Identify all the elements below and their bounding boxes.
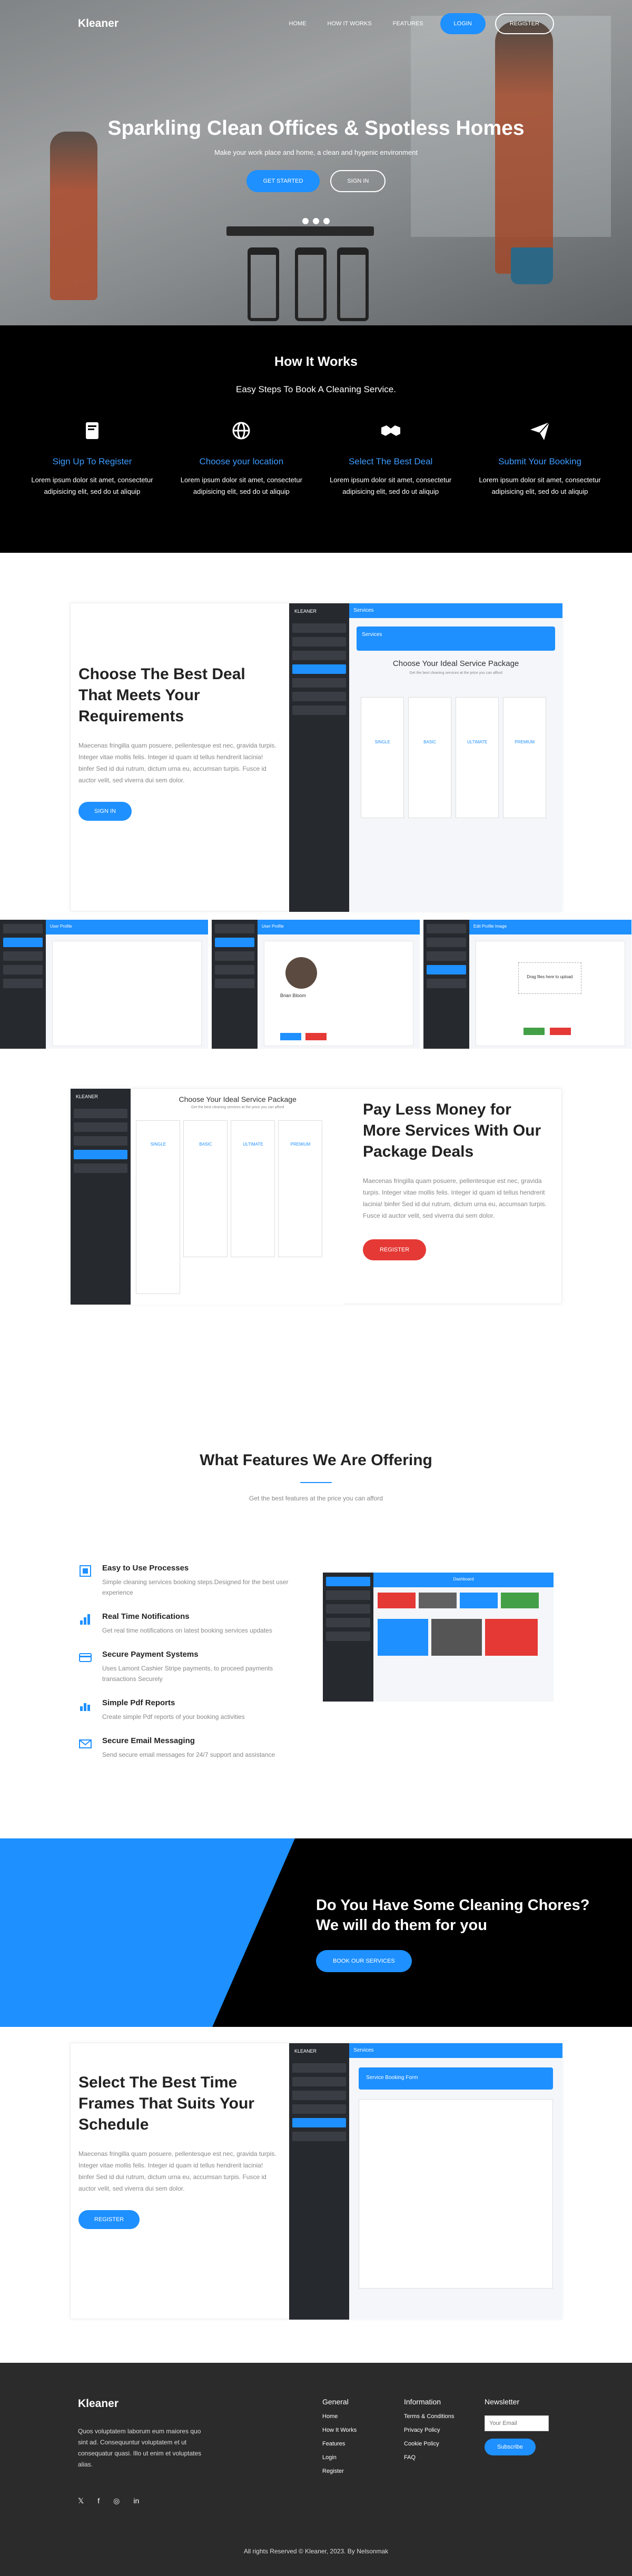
cta-subtitle: We will do them for you: [316, 1917, 487, 1934]
features-offer-section: What Features We Are Offering Get the be…: [0, 1415, 632, 1838]
paper-plane-icon: [530, 422, 550, 440]
process-icon: [80, 1565, 91, 1577]
hero-section: Kleaner HOME HOW IT WORKS FEATURES LOGIN…: [0, 0, 632, 325]
step-title: Sign Up To Register: [52, 456, 132, 466]
profile-screenshot: User Profile: [0, 920, 208, 1049]
footer-link[interactable]: Cookie Policy: [404, 2441, 454, 2447]
newsletter-email-input[interactable]: [485, 2415, 549, 2431]
feature-text: Maecenas fringilla quam posuere, pellent…: [363, 1177, 547, 1219]
footer-link[interactable]: Features: [322, 2441, 357, 2447]
step-title: Select The Best Deal: [348, 456, 433, 466]
offer-subtitle: Get the best features at the price you c…: [249, 1495, 383, 1502]
step-card: Sign Up To Register Lorem ipsum dolor si…: [29, 418, 155, 498]
feature-card: Choose The Best Deal That Meets Your Req…: [70, 603, 562, 912]
twitter-icon[interactable]: 𝕏: [78, 2497, 84, 2505]
how-title: How It Works: [274, 354, 358, 369]
offer-item: Secure Payment Systems Uses Lamont Cashie…: [78, 1650, 299, 1684]
feature-title: Select The Best Time Frames That Suits Y…: [78, 2074, 254, 2133]
footer-link[interactable]: FAQ: [404, 2454, 454, 2461]
feature-register-button[interactable]: REGISTER: [78, 2210, 140, 2229]
how-it-works-section: How It Works Easy Steps To Book A Cleani…: [0, 325, 632, 553]
cta-section: Do You Have Some Cleaning Chores? We wil…: [0, 1838, 632, 2027]
how-subtitle: Easy Steps To Book A Cleaning Service.: [236, 384, 396, 394]
login-button[interactable]: LOGIN: [440, 13, 486, 34]
feature-title: Pay Less Money for More Services With Ou…: [363, 1101, 541, 1160]
footer-link[interactable]: Login: [322, 2454, 357, 2461]
facebook-icon[interactable]: f: [97, 2497, 100, 2505]
footer-about: Quos voluptatem laborum eum maiores quo …: [78, 2428, 202, 2468]
feature-deal-section: Choose The Best Deal That Meets Your Req…: [0, 553, 632, 920]
offer-item: Secure Email Messaging Send secure email …: [78, 1736, 299, 1760]
step-text: Lorem ipsum dolor sit amet, consectetur …: [330, 476, 452, 495]
notification-icon: [80, 1614, 90, 1625]
book-services-button[interactable]: BOOK OUR SERVICES: [316, 1950, 412, 1972]
step-text: Lorem ipsum dolor sit amet, consectetur …: [31, 476, 153, 495]
footer-link[interactable]: Privacy Policy: [404, 2427, 454, 2433]
nav-link-how-it-works[interactable]: HOW IT WORKS: [319, 21, 380, 27]
hero-sign-in-button[interactable]: SIGN IN: [330, 170, 386, 192]
cta-title: Do You Have Some Cleaning Chores?: [316, 1897, 590, 1914]
top-navbar: Kleaner HOME HOW IT WORKS FEATURES LOGIN…: [0, 0, 632, 47]
carousel-dot[interactable]: [302, 218, 309, 224]
booking-form-screenshot: KLEANER Services Service Booking Form: [289, 2043, 562, 2320]
email-icon: [79, 1739, 92, 1748]
copyright: All rights Reserved © Kleaner, 2023. By …: [243, 2548, 389, 2555]
feature-text: Maecenas fringilla quam posuere, pellent…: [78, 742, 276, 784]
offer-title: What Features We Are Offering: [200, 1451, 432, 1469]
offer-item: Real Time Notifications Get real time not…: [78, 1612, 299, 1636]
nav-link-features[interactable]: FEATURES: [384, 21, 432, 27]
footer-link[interactable]: Register: [322, 2468, 357, 2474]
carousel-dot[interactable]: [313, 218, 319, 224]
services-screenshot: KLEANER Services Services Choose Your Id…: [289, 603, 562, 912]
step-card: Submit Your Booking Lorem ipsum dolor si…: [477, 418, 603, 498]
step-title: Choose your location: [199, 456, 284, 466]
feature-sign-in-button[interactable]: SIGN IN: [78, 802, 132, 821]
instagram-icon[interactable]: ◎: [113, 2497, 120, 2505]
feature-package-section: KLEANER Choose Your Ideal Service Packag…: [0, 1088, 632, 1415]
payment-icon: [79, 1653, 92, 1662]
footer-link[interactable]: How It Works: [322, 2427, 357, 2433]
step-text: Lorem ipsum dolor sit amet, consectetur …: [180, 476, 302, 495]
step-card: Choose your location Lorem ipsum dolor s…: [178, 418, 304, 498]
feature-title: Choose The Best Deal That Meets Your Req…: [78, 665, 245, 725]
report-icon: [80, 1703, 90, 1711]
packages-screenshot: KLEANER Choose Your Ideal Service Packag…: [71, 1089, 344, 1305]
footer-link[interactable]: Home: [322, 2413, 357, 2420]
feature-register-button[interactable]: REGISTER: [363, 1239, 427, 1260]
footer-link[interactable]: Terms & Conditions: [404, 2413, 454, 2420]
user-profile-screenshot: User Profile Brian Bloom: [212, 920, 420, 1049]
footer-logo[interactable]: Kleaner: [78, 2398, 210, 2410]
offer-item: Simple Pdf Reports Create simple Pdf repo…: [78, 1698, 299, 1722]
edit-profile-image-screenshot: Edit Profile Image Drag files here to up…: [423, 920, 631, 1049]
footer: Kleaner Quos voluptatem laborum eum maio…: [0, 2363, 632, 2576]
register-button[interactable]: REGISTER: [495, 13, 554, 34]
globe-icon: [232, 422, 250, 440]
dashboard-screenshot: Dashboard: [323, 1573, 554, 1702]
carousel-dots: [0, 218, 632, 224]
handshake-icon: [381, 425, 400, 436]
nav-link-home[interactable]: HOME: [281, 21, 315, 27]
get-started-button[interactable]: GET STARTED: [246, 170, 320, 192]
step-card: Select The Best Deal Lorem ipsum dolor s…: [328, 418, 454, 498]
linkedin-icon[interactable]: in: [133, 2497, 139, 2505]
screenshots-strip: User Profile User Profile Brian Bloom Ed…: [0, 920, 632, 1088]
feature-card: KLEANER Choose Your Ideal Service Packag…: [70, 1088, 562, 1305]
feature-time-section: Select The Best Time Frames That Suits Y…: [0, 2027, 632, 2363]
book-icon: [86, 422, 98, 439]
offer-item: Easy to Use Processes Simple cleaning ser…: [78, 1564, 299, 1598]
carousel-dot[interactable]: [323, 218, 330, 224]
feature-text: Maecenas fringilla quam posuere, pellent…: [78, 2150, 276, 2192]
step-text: Lorem ipsum dolor sit amet, consectetur …: [479, 476, 601, 495]
subscribe-button[interactable]: Subscribe: [485, 2439, 536, 2455]
hero-title: Sparkling Clean Offices & Spotless Homes: [107, 117, 525, 140]
hero-subtitle: Make your work place and home, a clean a…: [214, 148, 418, 156]
step-title: Submit Your Booking: [498, 456, 581, 466]
avatar: [285, 957, 317, 989]
site-logo[interactable]: Kleaner: [78, 17, 118, 30]
feature-card: Select The Best Time Frames That Suits Y…: [70, 2043, 562, 2320]
